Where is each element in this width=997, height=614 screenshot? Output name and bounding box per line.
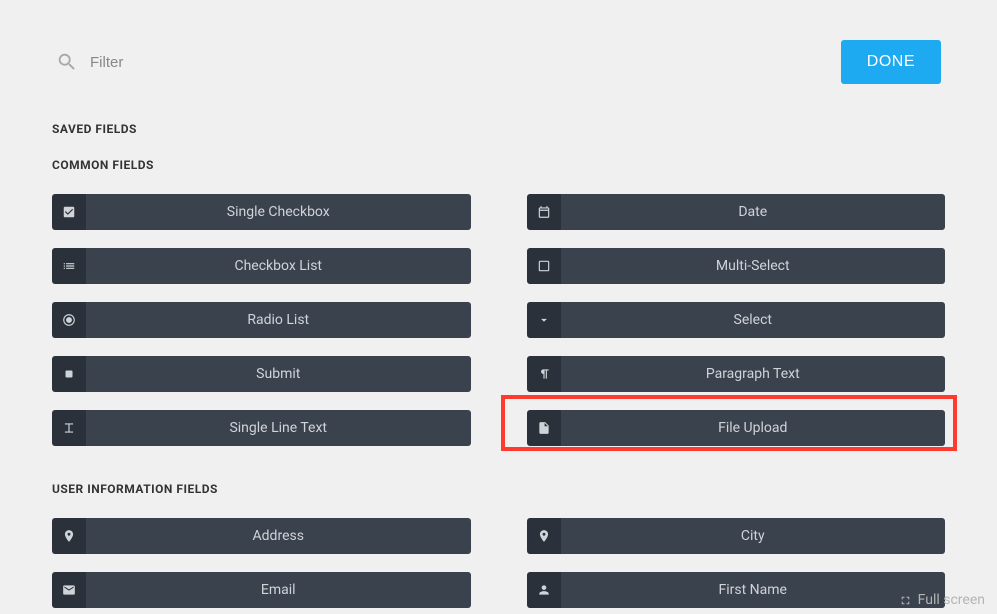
field-label: Email [86,572,471,608]
field-date[interactable]: Date [527,194,946,230]
calendar-icon [527,194,561,230]
file-icon [527,410,561,446]
field-select[interactable]: Select [527,302,946,338]
common-fields-section: COMMON FIELDS Single Checkbox Date Check… [0,158,997,446]
saved-fields-heading: SAVED FIELDS [52,122,945,136]
field-multi-select[interactable]: Multi-Select [527,248,946,284]
filter-input[interactable] [90,54,290,71]
fullscreen-button[interactable]: Full screen [899,592,985,608]
field-submit[interactable]: Submit [52,356,471,392]
field-label: Select [561,302,946,338]
field-label: Multi-Select [561,248,946,284]
user-info-heading: USER INFORMATION FIELDS [52,482,945,496]
map-pin-icon [52,518,86,554]
common-fields-heading: COMMON FIELDS [52,158,945,172]
field-single-checkbox[interactable]: Single Checkbox [52,194,471,230]
field-paragraph-text[interactable]: Paragraph Text [527,356,946,392]
fullscreen-label: Full screen [918,592,985,608]
common-fields-grid: Single Checkbox Date Checkbox List Multi… [52,194,945,446]
checkbox-icon [52,194,86,230]
saved-fields-section: SAVED FIELDS [0,122,997,136]
field-label: Radio List [86,302,471,338]
chevron-down-icon [527,302,561,338]
list-icon [52,248,86,284]
radio-icon [52,302,86,338]
envelope-icon [52,572,86,608]
field-label: City [561,518,946,554]
search-container [56,51,290,73]
field-email[interactable]: Email [52,572,471,608]
map-pin-icon [527,518,561,554]
search-icon [56,51,78,73]
field-label: File Upload [561,410,946,446]
field-label: Submit [86,356,471,392]
square-outline-icon [527,248,561,284]
field-label: Single Checkbox [86,194,471,230]
user-info-fields-grid: Address City Email First Name [52,518,945,608]
field-radio-list[interactable]: Radio List [52,302,471,338]
text-cursor-icon [52,410,86,446]
field-label: Date [561,194,946,230]
stop-icon [52,356,86,392]
field-address[interactable]: Address [52,518,471,554]
field-file-upload[interactable]: File Upload [527,410,946,446]
expand-icon [899,594,912,607]
field-checkbox-list[interactable]: Checkbox List [52,248,471,284]
field-single-line-text[interactable]: Single Line Text [52,410,471,446]
user-icon [527,572,561,608]
field-label: First Name [561,572,946,608]
field-label: Address [86,518,471,554]
user-info-fields-section: USER INFORMATION FIELDS Address City Ema… [0,482,997,608]
paragraph-icon [527,356,561,392]
field-label: Paragraph Text [561,356,946,392]
field-label: Single Line Text [86,410,471,446]
field-first-name[interactable]: First Name [527,572,946,608]
done-button[interactable]: DONE [841,40,941,84]
field-label: Checkbox List [86,248,471,284]
field-city[interactable]: City [527,518,946,554]
